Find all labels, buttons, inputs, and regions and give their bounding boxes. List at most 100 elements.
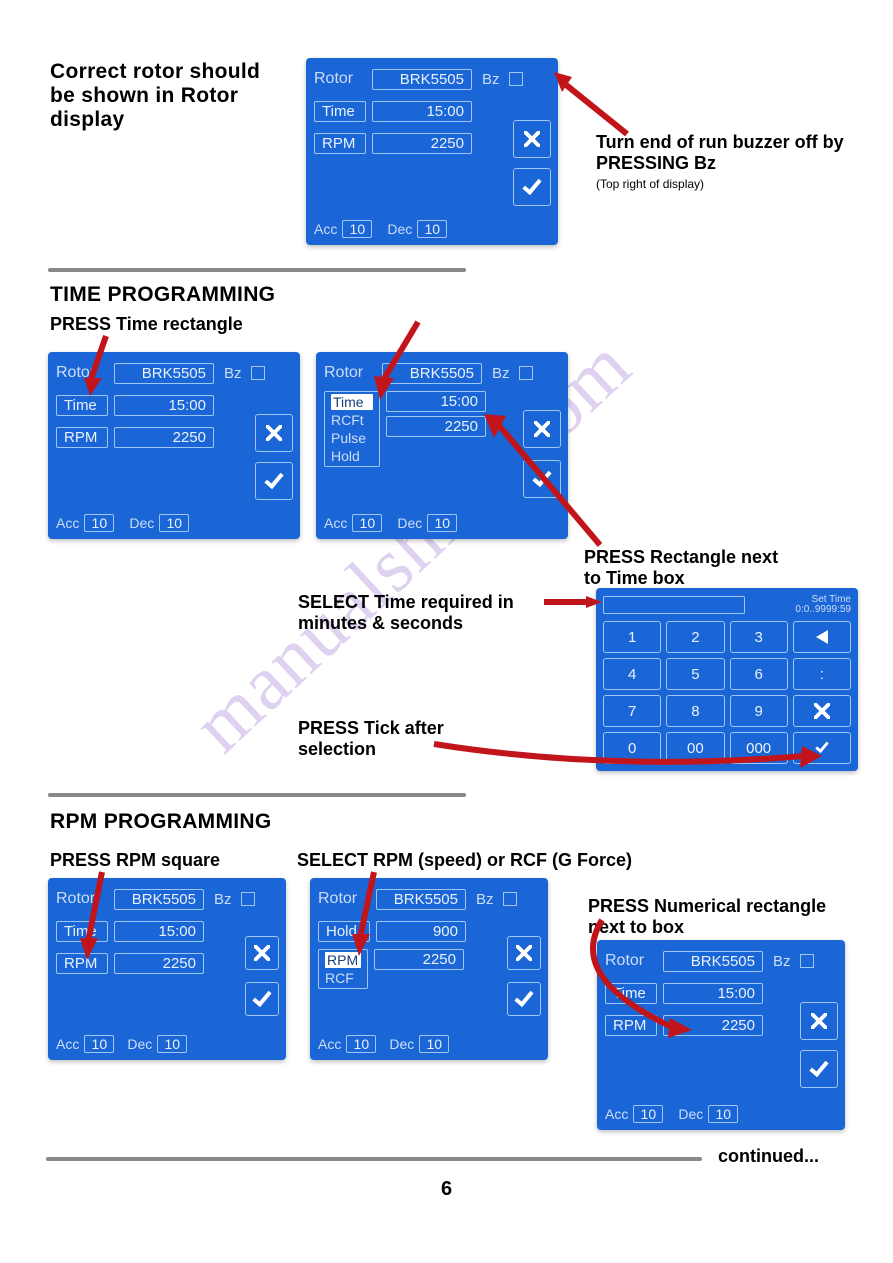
acc-field[interactable]: 10 — [84, 514, 114, 532]
cancel-button[interactable] — [507, 936, 541, 970]
key-colon[interactable]: : — [793, 658, 851, 690]
key-backspace[interactable] — [793, 621, 851, 653]
check-icon — [514, 986, 533, 1006]
rotor-field[interactable]: BRK5505 — [114, 889, 204, 910]
check-icon — [532, 466, 551, 486]
rpm-field[interactable]: 2250 — [114, 953, 204, 974]
key-5[interactable]: 5 — [666, 658, 724, 690]
divider — [46, 1157, 702, 1161]
key-2[interactable]: 2 — [666, 621, 724, 653]
dropdown-option-time[interactable]: Time — [331, 394, 373, 410]
confirm-button[interactable] — [513, 168, 551, 206]
ui-keypad-screen: Set Time 0:0..9999:59 1 2 3 4 5 6 : 7 8 … — [596, 588, 858, 771]
dec-label: Dec — [387, 221, 412, 237]
hold-field[interactable]: 900 — [376, 921, 466, 942]
key-00[interactable]: 00 — [666, 732, 724, 764]
rotor-field[interactable]: BRK5505 — [382, 363, 482, 384]
acc-field[interactable]: 10 — [84, 1035, 114, 1053]
rotor-field[interactable]: BRK5505 — [376, 889, 466, 910]
time-field[interactable]: 15:00 — [386, 391, 486, 412]
confirm-button[interactable] — [507, 982, 541, 1016]
dec-label: Dec — [129, 515, 154, 531]
caption-press-time-rect: PRESS Time rectangle — [50, 314, 243, 335]
dropdown-option-rcft[interactable]: RCFt — [331, 412, 373, 428]
key-confirm[interactable] — [793, 732, 851, 764]
acc-label: Acc — [324, 515, 347, 531]
rpm-field[interactable]: 2250 — [663, 1015, 763, 1036]
caption-press-num-rect: PRESS Numerical rectangle next to box — [588, 896, 828, 938]
rpm-button[interactable]: RPM — [56, 953, 108, 974]
cancel-button[interactable] — [255, 414, 293, 452]
bz-toggle[interactable] — [503, 892, 517, 906]
x-icon — [811, 1013, 827, 1029]
acc-field[interactable]: 10 — [342, 220, 372, 238]
acc-field[interactable]: 10 — [633, 1105, 663, 1123]
key-3[interactable]: 3 — [730, 621, 788, 653]
key-1[interactable]: 1 — [603, 621, 661, 653]
bz-toggle[interactable] — [251, 366, 265, 380]
time-button[interactable]: Time — [314, 101, 366, 122]
key-9[interactable]: 9 — [730, 695, 788, 727]
cancel-button[interactable] — [513, 120, 551, 158]
bz-toggle[interactable] — [800, 954, 814, 968]
rpm-field[interactable]: 2250 — [114, 427, 214, 448]
rpm-field[interactable]: 2250 — [372, 133, 472, 154]
check-icon — [252, 986, 271, 1006]
rpm-mode-dropdown[interactable]: RPM RCF — [318, 949, 368, 989]
time-mode-dropdown[interactable]: Time RCFt Pulse Hold — [324, 391, 380, 467]
cancel-button[interactable] — [523, 410, 561, 448]
acc-field[interactable]: 10 — [352, 514, 382, 532]
time-field[interactable]: 15:00 — [663, 983, 763, 1004]
key-cancel[interactable] — [793, 695, 851, 727]
time-field[interactable]: 15:00 — [372, 101, 472, 122]
key-0[interactable]: 0 — [603, 732, 661, 764]
time-field[interactable]: 15:00 — [114, 395, 214, 416]
check-icon — [264, 468, 283, 488]
time-button[interactable]: Time — [605, 983, 657, 1004]
time-button[interactable]: Time — [56, 395, 108, 416]
rpm-field[interactable]: 2250 — [374, 949, 464, 970]
key-6[interactable]: 6 — [730, 658, 788, 690]
cancel-button[interactable] — [800, 1002, 838, 1040]
rotor-field[interactable]: BRK5505 — [372, 69, 472, 90]
key-7[interactable]: 7 — [603, 695, 661, 727]
cancel-button[interactable] — [245, 936, 279, 970]
ui-screen-rpm-left: Rotor BRK5505 Bz Time 15:00 RPM 2250 Acc… — [48, 878, 286, 1060]
caption-press-rect-next-to-time: PRESS Rectangle next to Time box — [584, 547, 794, 589]
bz-toggle[interactable] — [509, 72, 523, 86]
rotor-label: Rotor — [605, 952, 657, 970]
confirm-button[interactable] — [255, 462, 293, 500]
confirm-button[interactable] — [245, 982, 279, 1016]
dropdown-option-pulse[interactable]: Pulse — [331, 430, 373, 446]
time-button[interactable]: Time — [56, 921, 108, 942]
dec-field[interactable]: 10 — [159, 514, 189, 532]
dec-field[interactable]: 10 — [417, 220, 447, 238]
dropdown-option-rpm[interactable]: RPM — [325, 952, 361, 968]
x-icon — [266, 425, 282, 441]
confirm-button[interactable] — [800, 1050, 838, 1088]
rpm-button[interactable]: RPM — [56, 427, 108, 448]
dec-field[interactable]: 10 — [157, 1035, 187, 1053]
dropdown-option-hold[interactable]: Hold — [331, 448, 373, 464]
acc-field[interactable]: 10 — [346, 1035, 376, 1053]
acc-label: Acc — [605, 1106, 628, 1122]
time-field[interactable]: 15:00 — [114, 921, 204, 942]
rpm-button[interactable]: RPM — [605, 1015, 657, 1036]
dec-label: Dec — [127, 1036, 152, 1052]
rotor-label: Rotor — [318, 890, 370, 908]
dec-field[interactable]: 10 — [419, 1035, 449, 1053]
bz-toggle[interactable] — [519, 366, 533, 380]
rotor-field[interactable]: BRK5505 — [663, 951, 763, 972]
key-000[interactable]: 000 — [730, 732, 788, 764]
key-4[interactable]: 4 — [603, 658, 661, 690]
rotor-field[interactable]: BRK5505 — [114, 363, 214, 384]
rpm-button[interactable]: RPM — [314, 133, 366, 154]
confirm-button[interactable] — [523, 460, 561, 498]
bz-toggle[interactable] — [241, 892, 255, 906]
dec-field[interactable]: 10 — [708, 1105, 738, 1123]
keypad-display — [603, 596, 745, 614]
dec-field[interactable]: 10 — [427, 514, 457, 532]
rpm-field[interactable]: 2250 — [386, 416, 486, 437]
dropdown-option-rcf[interactable]: RCF — [325, 970, 361, 986]
key-8[interactable]: 8 — [666, 695, 724, 727]
